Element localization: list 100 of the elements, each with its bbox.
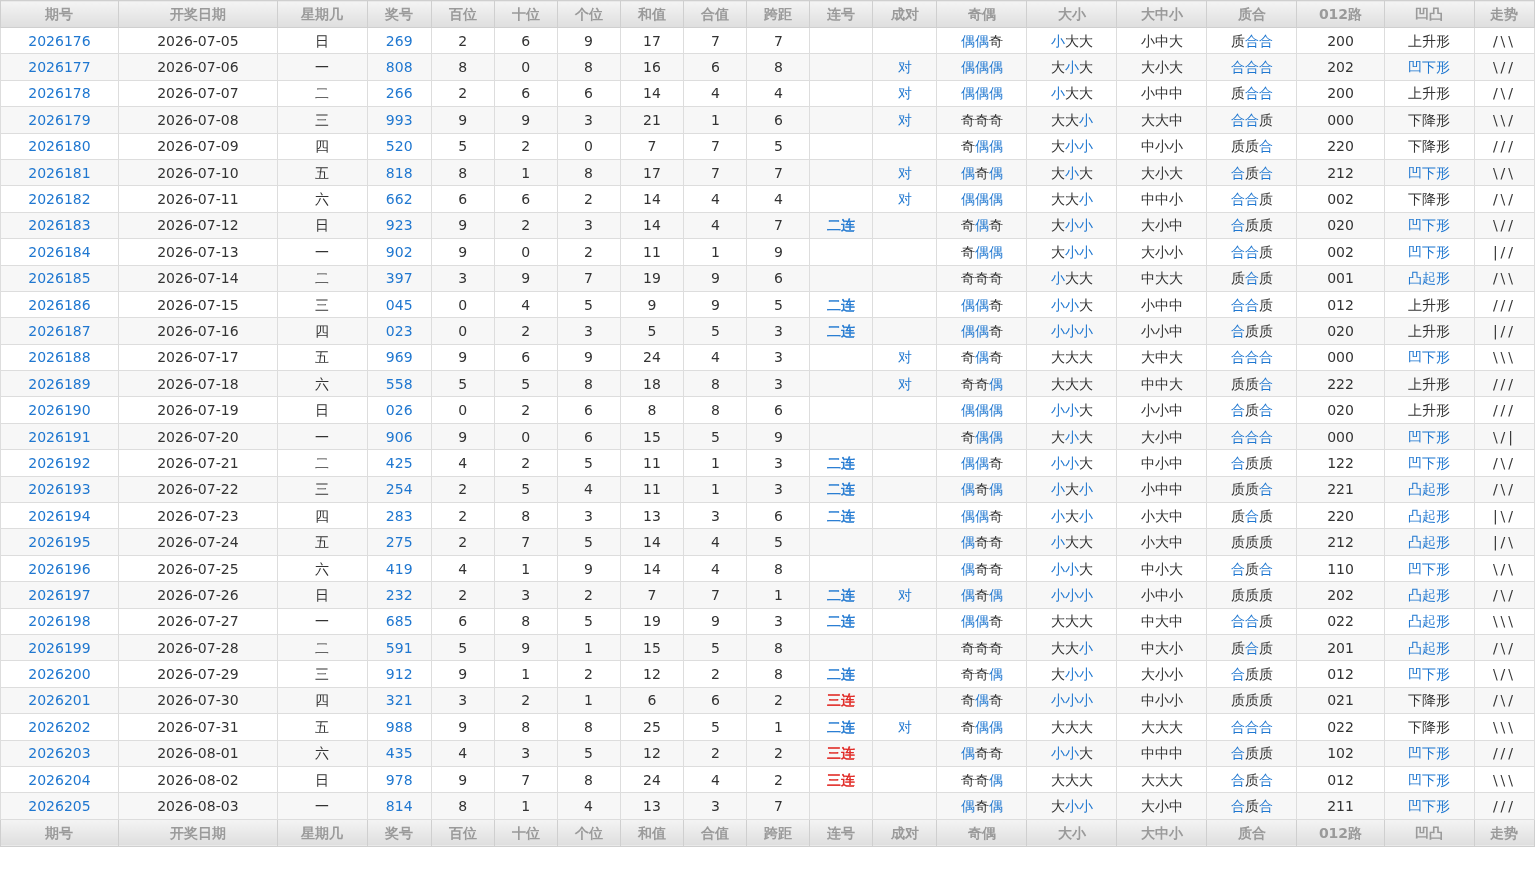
issue-number-link[interactable]: 2026204: [0, 766, 119, 793]
table-cell: 上升形: [1384, 370, 1475, 397]
column-header: 凹凸: [1384, 819, 1475, 847]
draw-number-link[interactable]: 520: [367, 133, 432, 160]
issue-number-link[interactable]: 2026187: [0, 317, 119, 345]
table-cell: 偶偶偶: [936, 185, 1027, 213]
table-cell: 19: [620, 608, 684, 635]
column-header: 大小: [1026, 0, 1117, 28]
issue-number-link[interactable]: 2026201: [0, 687, 119, 714]
draw-number-link[interactable]: 045: [367, 291, 432, 318]
column-header: 和值: [620, 819, 684, 847]
table-cell: 小小小: [1026, 317, 1117, 345]
table-cell: 三: [277, 291, 368, 318]
column-header: 十位: [494, 0, 558, 28]
table-cell: 奇奇奇: [936, 634, 1027, 661]
table-cell: 221: [1296, 476, 1385, 503]
issue-number-link[interactable]: 2026200: [0, 660, 119, 688]
draw-number-link[interactable]: 818: [367, 159, 432, 186]
table-cell: 偶偶奇: [936, 449, 1027, 477]
table-cell: 小大大: [1026, 27, 1117, 54]
issue-number-link[interactable]: 2026192: [0, 449, 119, 477]
table-cell: 六: [277, 740, 368, 767]
table-cell: 奇偶奇: [936, 212, 1027, 239]
issue-number-link[interactable]: 2026198: [0, 608, 119, 635]
draw-number-link[interactable]: 283: [367, 502, 432, 529]
column-header: 百位: [431, 0, 495, 28]
issue-number-link[interactable]: 2026205: [0, 792, 119, 820]
table-cell: 六: [277, 370, 368, 397]
issue-number-link[interactable]: 2026190: [0, 396, 119, 424]
issue-number-link[interactable]: 2026185: [0, 265, 119, 292]
column-header: 星期几: [277, 0, 368, 28]
issue-number-link[interactable]: 2026193: [0, 476, 119, 503]
table-cell: 下降形: [1384, 713, 1475, 741]
column-header: 成对: [872, 0, 937, 28]
issue-number-link[interactable]: 2026178: [0, 80, 119, 107]
table-cell: 212: [1296, 528, 1385, 556]
issue-number-link[interactable]: 2026188: [0, 344, 119, 371]
column-header: 合值: [684, 0, 747, 28]
draw-number-link[interactable]: 591: [367, 634, 432, 661]
issue-number-link[interactable]: 2026181: [0, 159, 119, 186]
issue-number-link[interactable]: 2026182: [0, 185, 119, 213]
table-cell: 质合质: [1206, 265, 1297, 292]
issue-number-link[interactable]: 2026180: [0, 133, 119, 160]
draw-number-link[interactable]: 923: [367, 212, 432, 239]
draw-number-link[interactable]: 906: [367, 423, 432, 450]
table-cell: 上升形: [1384, 291, 1475, 318]
draw-number-link[interactable]: 254: [367, 476, 432, 503]
table-cell: 大大小: [1026, 185, 1117, 213]
issue-number-link[interactable]: 2026203: [0, 740, 119, 767]
table-cell: 15: [620, 634, 684, 661]
table-cell: 合质质: [1206, 212, 1297, 239]
issue-number-link[interactable]: 2026183: [0, 212, 119, 239]
issue-number-link[interactable]: 2026196: [0, 555, 119, 582]
table-cell: 9: [620, 291, 684, 318]
table-cell: 222: [1296, 370, 1385, 397]
table-cell: 奇奇偶: [936, 766, 1027, 793]
issue-number-link[interactable]: 2026186: [0, 291, 119, 318]
draw-number-link[interactable]: 558: [367, 370, 432, 397]
table-cell: 一: [277, 238, 368, 265]
table-cell: 二: [277, 449, 368, 477]
issue-number-link[interactable]: 2026202: [0, 713, 119, 741]
draw-number-link[interactable]: 969: [367, 344, 432, 371]
table-cell: 二: [277, 634, 368, 661]
table-cell: 小小大: [1026, 555, 1117, 582]
issue-number-link[interactable]: 2026177: [0, 53, 119, 81]
table-cell: 合合质: [1206, 608, 1297, 635]
table-cell: 凹下形: [1384, 344, 1475, 371]
draw-number-link[interactable]: 685: [367, 608, 432, 635]
issue-number-link[interactable]: 2026189: [0, 370, 119, 397]
table-cell: 小中小: [1116, 581, 1207, 609]
table-cell: 凸起形: [1384, 608, 1475, 635]
draw-number-link[interactable]: 419: [367, 555, 432, 582]
table-cell: 大大大: [1116, 713, 1207, 741]
draw-number-link[interactable]: 435: [367, 740, 432, 767]
issue-number-link[interactable]: 2026195: [0, 528, 119, 556]
issue-number-link[interactable]: 2026191: [0, 423, 119, 450]
table-cell: 偶偶奇: [936, 317, 1027, 345]
table-cell: 012: [1296, 291, 1385, 318]
table-cell: 大小小: [1026, 133, 1117, 160]
table-cell: 合合质: [1206, 106, 1297, 134]
issue-number-link[interactable]: 2026197: [0, 581, 119, 609]
table-cell: 一: [277, 423, 368, 450]
draw-number-link[interactable]: 321: [367, 687, 432, 714]
draw-number-link[interactable]: 266: [367, 80, 432, 107]
issue-number-link[interactable]: 2026176: [0, 27, 119, 54]
table-cell: 五: [277, 344, 368, 371]
table-cell: 奇奇奇: [936, 265, 1027, 292]
draw-number-link[interactable]: 269: [367, 27, 432, 54]
issue-number-link[interactable]: 2026179: [0, 106, 119, 134]
draw-number-link[interactable]: 397: [367, 265, 432, 292]
table-cell: 合合合: [1206, 713, 1297, 741]
draw-number-link[interactable]: 978: [367, 766, 432, 793]
table-cell: 三: [277, 476, 368, 503]
issue-number-link[interactable]: 2026194: [0, 502, 119, 529]
issue-number-link[interactable]: 2026199: [0, 634, 119, 661]
table-cell: 偶偶偶: [936, 396, 1027, 424]
table-cell: 偶奇奇: [936, 740, 1027, 767]
table-cell: 2026-07-11: [118, 185, 278, 213]
table-cell: 奇奇偶: [936, 370, 1027, 397]
issue-number-link[interactable]: 2026184: [0, 238, 119, 265]
